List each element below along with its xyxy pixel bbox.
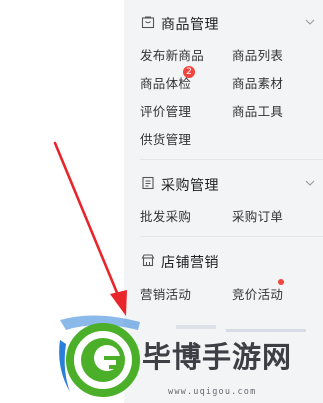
menu-item-wholesale-purchase[interactable]: 批发采购 [140, 206, 191, 225]
menu-item-publish-product[interactable]: 发布新商品 [140, 45, 204, 64]
chevron-down-icon[interactable] [304, 177, 316, 189]
section-header-product-management[interactable]: 商品管理 [124, 10, 323, 36]
section-title: 采购管理 [161, 178, 219, 194]
watermark-title: 毕博手游网 [142, 340, 293, 374]
notification-badge: 2 [183, 66, 195, 78]
menu-item-product-tools[interactable]: 商品工具 [232, 101, 283, 120]
notification-dot [278, 279, 284, 285]
section-header-shop-marketing[interactable]: 店铺营销 [124, 248, 323, 274]
menu-item-marketing-campaigns[interactable]: 营销活动 [140, 284, 191, 303]
menu-item-purchase-orders[interactable]: 采购订单 [232, 206, 283, 225]
section-title: 店铺营销 [161, 255, 219, 271]
divider [140, 236, 323, 237]
shop-icon [141, 254, 155, 267]
menu-item-product-material[interactable]: 商品素材 [232, 73, 283, 92]
purchase-icon [142, 176, 154, 190]
section-header-purchase-management[interactable]: 采购管理 [124, 171, 323, 197]
menu-item-supply-management[interactable]: 供货管理 [140, 129, 191, 148]
divider [140, 159, 323, 160]
chevron-down-icon[interactable] [304, 16, 316, 28]
blank-left-area [0, 0, 124, 403]
watermark-url: www.uqigou.com [168, 387, 257, 397]
menu-item-bidding-campaigns[interactable]: 竞价活动 [232, 284, 283, 303]
menu-item-product-list[interactable]: 商品列表 [232, 45, 283, 64]
bag-icon [141, 16, 155, 29]
section-title: 商品管理 [161, 17, 219, 33]
menu-item-review-management[interactable]: 评价管理 [140, 101, 191, 120]
